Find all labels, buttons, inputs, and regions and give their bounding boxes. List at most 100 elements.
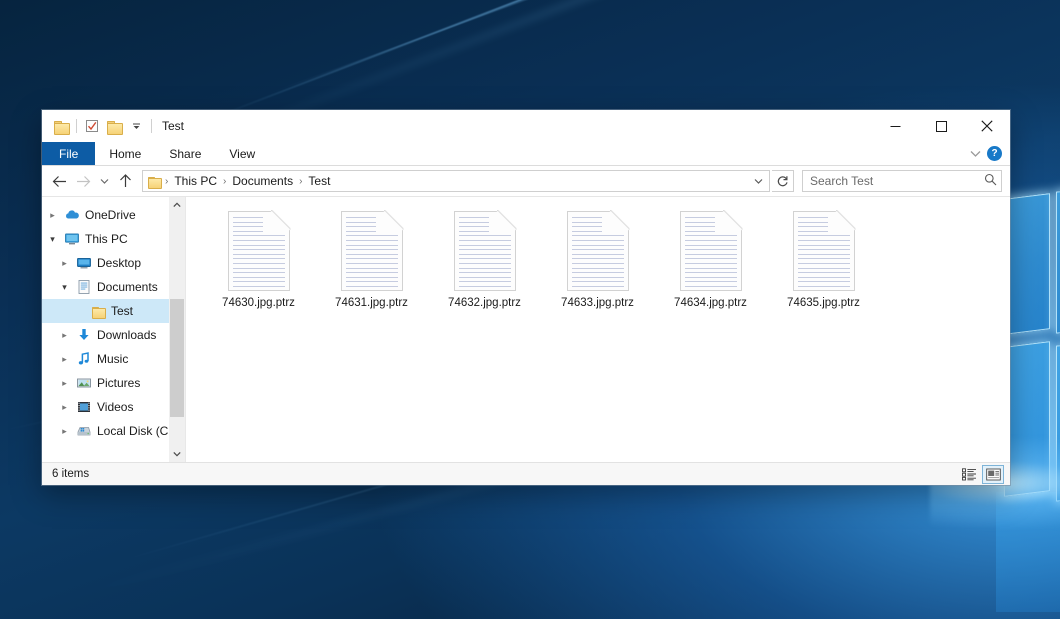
- sidebar-item-label: Music: [97, 352, 128, 366]
- chevron-right-icon[interactable]: ▸: [58, 378, 71, 389]
- sidebar-item-label: This PC: [85, 232, 128, 246]
- sidebar-item-local-disk-c[interactable]: ▸ Local Disk (C:): [42, 419, 185, 443]
- search-icon[interactable]: [984, 173, 997, 189]
- breadcrumb-item-test[interactable]: Test: [306, 174, 332, 188]
- file-item[interactable]: 74634.jpg.ptrz: [654, 207, 767, 309]
- ribbon-tab-bar: File Home Share View ?: [42, 142, 1010, 166]
- cloud-icon: [64, 207, 80, 223]
- document-icon: [228, 211, 290, 291]
- maximize-button[interactable]: [918, 110, 964, 142]
- sidebar-item-label: Test: [111, 304, 133, 318]
- file-item[interactable]: 74633.jpg.ptrz: [541, 207, 654, 309]
- chevron-down-icon[interactable]: ▾: [46, 234, 59, 245]
- sidebar-item-label: Pictures: [97, 376, 140, 390]
- sidebar-item-documents[interactable]: ▾ Documents: [42, 275, 185, 299]
- breadcrumb[interactable]: › This PC › Documents › Test: [142, 170, 770, 192]
- tab-file[interactable]: File: [42, 142, 95, 165]
- document-icon: [567, 211, 629, 291]
- sidebar-item-label: Documents: [97, 280, 158, 294]
- tab-share[interactable]: Share: [155, 142, 215, 165]
- search-placeholder: Search Test: [810, 174, 984, 188]
- sidebar-item-test[interactable]: ▸ Test: [42, 299, 185, 323]
- chevron-right-icon[interactable]: ▸: [58, 402, 71, 413]
- folder-icon: [148, 176, 161, 187]
- file-item[interactable]: 74635.jpg.ptrz: [767, 207, 880, 309]
- back-button[interactable]: [48, 170, 70, 192]
- explorer-body: ▸ OneDrive ▾ This PC ▸: [42, 196, 1010, 462]
- scroll-down-arrow-icon[interactable]: [169, 446, 185, 462]
- refresh-button[interactable]: [772, 170, 794, 192]
- title-bar: Test: [42, 110, 1010, 142]
- recent-locations-chevron-icon[interactable]: [96, 170, 112, 192]
- documents-icon: [76, 279, 92, 295]
- document-icon: [680, 211, 742, 291]
- scrollbar-thumb[interactable]: [170, 299, 184, 417]
- sidebar-item-music[interactable]: ▸ Music: [42, 347, 185, 371]
- file-item[interactable]: 74630.jpg.ptrz: [202, 207, 315, 309]
- close-button[interactable]: [964, 110, 1010, 142]
- file-name: 74631.jpg.ptrz: [335, 297, 408, 309]
- navigation-pane: ▸ OneDrive ▾ This PC ▸: [42, 197, 186, 462]
- chevron-right-icon[interactable]: ▸: [58, 426, 71, 437]
- address-bar: › This PC › Documents › Test Search Test: [42, 166, 1010, 196]
- status-bar: 6 items: [42, 462, 1010, 485]
- sidebar-item-desktop[interactable]: ▸ Desktop: [42, 251, 185, 275]
- sidebar-item-downloads[interactable]: ▸ Downloads: [42, 323, 185, 347]
- folder-icon[interactable]: [50, 115, 72, 137]
- windows-logo-pane: [1004, 193, 1050, 335]
- expand-ribbon-chevron-icon[interactable]: [970, 147, 981, 161]
- new-folder-icon[interactable]: [103, 115, 125, 137]
- breadcrumb-item-this-pc[interactable]: This PC: [172, 174, 219, 188]
- chevron-right-icon[interactable]: ▸: [58, 258, 71, 269]
- file-item[interactable]: 74631.jpg.ptrz: [315, 207, 428, 309]
- large-icons-view-button[interactable]: [982, 465, 1004, 484]
- sidebar-item-label: OneDrive: [85, 208, 136, 222]
- scrollbar-track[interactable]: [169, 213, 185, 446]
- file-name: 74633.jpg.ptrz: [561, 297, 634, 309]
- file-name: 74630.jpg.ptrz: [222, 297, 295, 309]
- toolbar-divider: [151, 119, 152, 133]
- forward-button: [72, 170, 94, 192]
- details-view-button[interactable]: [958, 465, 980, 484]
- chevron-right-icon[interactable]: ▸: [58, 354, 71, 365]
- window-title: Test: [162, 119, 184, 133]
- sidebar-item-this-pc[interactable]: ▾ This PC: [42, 227, 185, 251]
- customize-chevron-icon[interactable]: [125, 115, 147, 137]
- sidebar-item-label: Downloads: [97, 328, 156, 342]
- chevron-right-icon[interactable]: ▸: [58, 330, 71, 341]
- tab-home[interactable]: Home: [95, 142, 155, 165]
- breadcrumb-item-documents[interactable]: Documents: [230, 174, 295, 188]
- drive-icon: [76, 423, 92, 439]
- properties-icon[interactable]: [81, 115, 103, 137]
- windows-logo-pane: [1056, 184, 1060, 333]
- sidebar-item-onedrive[interactable]: ▸ OneDrive: [42, 203, 185, 227]
- toolbar-divider: [76, 119, 77, 133]
- breadcrumb-separator: ›: [298, 176, 303, 187]
- breadcrumb-separator: ›: [222, 176, 227, 187]
- file-list-view[interactable]: 74630.jpg.ptrz: [186, 197, 1010, 462]
- sidebar-item-pictures[interactable]: ▸ Pictures: [42, 371, 185, 395]
- videos-icon: [76, 399, 92, 415]
- chevron-down-icon[interactable]: ▾: [58, 282, 71, 293]
- chevron-right-icon[interactable]: ▸: [46, 210, 59, 221]
- file-name: 74635.jpg.ptrz: [787, 297, 860, 309]
- sidebar-item-label: Videos: [97, 400, 133, 414]
- download-icon: [76, 327, 92, 343]
- scroll-up-arrow-icon[interactable]: [169, 197, 185, 213]
- minimize-button[interactable]: [872, 110, 918, 142]
- document-icon: [341, 211, 403, 291]
- sidebar-item-videos[interactable]: ▸ Videos: [42, 395, 185, 419]
- file-item[interactable]: 74632.jpg.ptrz: [428, 207, 541, 309]
- item-count-label: 6 items: [52, 468, 89, 480]
- address-dropdown-chevron-icon[interactable]: [749, 171, 767, 191]
- navigation-pane-scrollbar[interactable]: [169, 197, 185, 462]
- help-icon[interactable]: ?: [987, 146, 1002, 161]
- breadcrumb-separator: ›: [164, 176, 169, 187]
- tab-view[interactable]: View: [215, 142, 269, 165]
- sidebar-item-label: Desktop: [97, 256, 141, 270]
- desktop-icon: [76, 255, 92, 271]
- monitor-icon: [64, 231, 80, 247]
- up-button[interactable]: [114, 170, 136, 192]
- search-input[interactable]: Search Test: [802, 170, 1002, 192]
- file-name: 74634.jpg.ptrz: [674, 297, 747, 309]
